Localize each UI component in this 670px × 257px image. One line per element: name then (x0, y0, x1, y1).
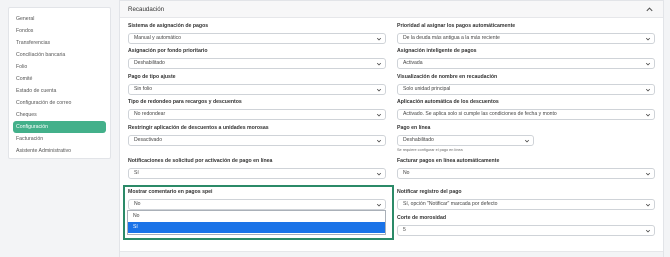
pago-en-linea-select[interactable]: Deshabilitado (397, 135, 534, 146)
field-corte-morosidad: Corte de morosidad 5 (397, 215, 655, 236)
select-value: 5 (403, 227, 406, 233)
chevron-down-icon (645, 62, 651, 66)
aplicacion-descuentos-select[interactable]: Activado. Se aplica solo si cumple las c… (397, 109, 655, 120)
field-label: Tipo de redondeo para recargos y descuen… (128, 99, 242, 105)
field-label: Pago en línea (397, 125, 431, 131)
field-label: Asignación inteligente de pagos (397, 48, 477, 54)
select-value: Solo unidad principal (403, 86, 451, 92)
field-facturar-pagos: Facturar pagos en línea automáticamente … (397, 158, 655, 179)
sidebar-item-fondos[interactable]: Fondos (9, 25, 104, 37)
sidebar-item-transferencias[interactable]: Transferencias (9, 37, 104, 49)
field-tipo-redondeo: Tipo de redondeo para recargos y descuen… (128, 99, 386, 120)
sidebar-item-asistente[interactable]: Asistente Administrativo (9, 145, 104, 157)
settings-sidebar: General Fondos Transferencias Conciliaci… (8, 7, 111, 159)
sidebar-item-comite[interactable]: Comité (9, 73, 104, 85)
select-value: Activada (403, 60, 423, 66)
asignacion-inteligente-select[interactable]: Activada (397, 58, 655, 69)
chevron-down-icon (645, 37, 651, 41)
select-value: Sí (134, 170, 139, 176)
field-prioridad-pagos: Prioridad al asignar los pagos automátic… (397, 23, 655, 44)
select-value: No (403, 170, 410, 176)
field-label: Corte de morosidad (397, 215, 447, 221)
panel-title: Recaudación (128, 6, 165, 13)
field-aplicacion-descuentos: Aplicación automática de los descuentos … (397, 99, 655, 120)
comentario-spei-dropdown: No Sí (127, 210, 386, 235)
field-label: Visualización de nombre en recaudación (397, 74, 498, 80)
field-label: Asignación por fondo prioritario (128, 48, 208, 54)
field-pago-ajuste: Pago de tipo ajuste Sin folio (128, 74, 386, 95)
select-value: No redondear (134, 111, 166, 117)
field-label: Notificaciones de solicitud por activaci… (128, 158, 273, 164)
chevron-down-icon (524, 139, 530, 143)
select-value: Desactivado (134, 137, 163, 143)
field-label: Pago de tipo ajuste (128, 74, 176, 80)
field-asignacion-inteligente: Asignación inteligente de pagos Activada (397, 48, 655, 69)
sidebar-item-general[interactable]: General (9, 13, 104, 25)
chevron-down-icon (645, 203, 651, 207)
sidebar-item-configuracion[interactable]: Configuración (13, 121, 106, 133)
pago-en-linea-hint: Se requiere configurar el pago en línea (397, 148, 463, 152)
dropdown-option-no[interactable]: No (128, 211, 385, 222)
field-label: Prioridad al asignar los pagos automátic… (397, 23, 516, 29)
pago-ajuste-select[interactable]: Sin folio (128, 84, 386, 95)
notificar-registro-select[interactable]: Sí, opción "Notificar" marcada por defec… (397, 199, 655, 210)
select-value: Deshabilitado (403, 137, 434, 143)
field-label: Sistema de asignación de pagos (128, 23, 209, 29)
sidebar-item-estado-cuenta[interactable]: Estado de cuenta (9, 85, 104, 97)
chevron-down-icon (645, 229, 651, 233)
field-sistema-asignacion: Sistema de asignación de pagos Manual y … (128, 23, 386, 44)
field-label: Aplicación automática de los descuentos (397, 99, 499, 105)
fondo-prioritario-select[interactable]: Deshabilitado (128, 58, 386, 69)
restringir-descuentos-select[interactable]: Desactivado (128, 135, 386, 146)
chevron-down-icon (376, 37, 382, 41)
sidebar-item-cheques[interactable]: Cheques (9, 109, 104, 121)
select-value: De la deuda más antigua a la más recient… (403, 35, 500, 41)
sistema-asignacion-select[interactable]: Manual y automático (128, 33, 386, 44)
field-label: Restringir aplicación de descuentos a un… (128, 125, 269, 131)
select-value: Sí, opción "Notificar" marcada por defec… (403, 201, 498, 207)
chevron-down-icon (376, 139, 382, 143)
select-value: Deshabilitado (134, 60, 165, 66)
select-value: Activado. Se aplica solo si cumple las c… (403, 111, 557, 117)
notificaciones-solicitud-select[interactable]: Sí (128, 168, 386, 179)
chevron-up-icon[interactable] (645, 5, 654, 14)
visualizacion-nombre-select[interactable]: Solo unidad principal (397, 84, 655, 95)
select-value: Sin folio (134, 86, 153, 92)
chevron-down-icon (376, 88, 382, 92)
select-value: Manual y automático (134, 35, 182, 41)
field-pago-en-linea: Pago en línea Deshabilitado Se requiere … (397, 125, 655, 152)
sidebar-item-config-correo[interactable]: Configuración de correo (9, 97, 104, 109)
field-visualizacion-nombre: Visualización de nombre en recaudación S… (397, 74, 655, 95)
facturar-pagos-select[interactable]: No (397, 168, 655, 179)
next-section-edge (120, 251, 663, 257)
sidebar-item-facturacion[interactable]: Facturación (9, 133, 104, 145)
dropdown-option-si[interactable]: Sí (128, 222, 385, 233)
chevron-down-icon (376, 113, 382, 117)
chevron-down-icon (376, 172, 382, 176)
chevron-down-icon (645, 88, 651, 92)
prioridad-pagos-select[interactable]: De la deuda más antigua a la más recient… (397, 33, 655, 44)
sidebar-item-conciliacion[interactable]: Conciliación bancaria (9, 49, 104, 61)
field-restringir-descuentos: Restringir aplicación de descuentos a un… (128, 125, 386, 146)
chevron-down-icon (645, 172, 651, 176)
field-label: Notificar registro del pago (397, 189, 462, 195)
sidebar-item-folio[interactable]: Folio (9, 61, 104, 73)
panel-header[interactable]: Recaudación (120, 1, 663, 18)
corte-morosidad-select[interactable]: 5 (397, 225, 655, 236)
chevron-down-icon (645, 113, 651, 117)
field-fondo-prioritario: Asignación por fondo prioritario Deshabi… (128, 48, 386, 69)
chevron-down-icon (376, 62, 382, 66)
field-label: Facturar pagos en línea automáticamente (397, 158, 500, 164)
tipo-redondeo-select[interactable]: No redondear (128, 109, 386, 120)
field-notificar-registro: Notificar registro del pago Sí, opción "… (397, 189, 655, 210)
field-notificaciones-solicitud: Notificaciones de solicitud por activaci… (128, 158, 386, 179)
